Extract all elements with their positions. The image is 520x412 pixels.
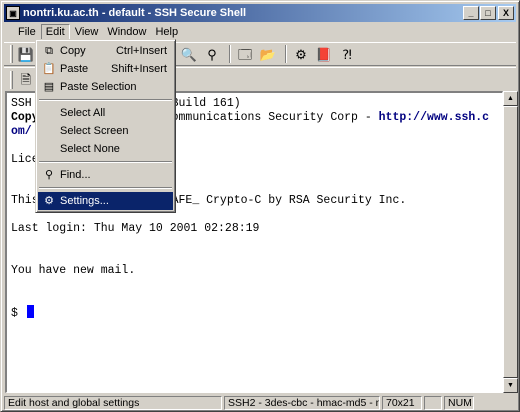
menu-select-screen[interactable]: Select Screen [38, 122, 173, 140]
ssh-website-link[interactable]: http://www.ssh.c [379, 111, 489, 124]
title-bar[interactable]: ▣ nontri.ku.ac.th - default - SSH Secure… [4, 4, 516, 22]
status-bar: Edit host and global settings SSH2 - 3de… [4, 395, 516, 410]
menu-copy[interactable]: ⧉ Copy Ctrl+Insert [38, 42, 173, 60]
profile-icon[interactable]: 🗎 [16, 70, 36, 90]
ssh-app-icon[interactable]: ▣ [6, 6, 20, 20]
paste-selection-icon: ▤ [43, 81, 55, 93]
terminal-line: om/ [11, 125, 32, 139]
scroll-up-arrow-icon[interactable]: ▲ [503, 91, 518, 106]
status-empty-panel [424, 395, 442, 410]
context-help-icon[interactable]: ⁈ [337, 44, 357, 64]
last-login-line: Last login: Thu May 10 2001 02:28:19 [11, 222, 260, 235]
menu-select-all[interactable]: Select All [38, 104, 173, 122]
maximize-button[interactable]: □ [480, 6, 496, 20]
settings-icon[interactable]: ⚙ [291, 44, 311, 64]
paste-icon: 📋 [42, 63, 56, 75]
window-title: nontri.ku.ac.th - default - SSH Secure S… [23, 7, 247, 19]
file-transfer-icon[interactable]: 📂 [258, 44, 278, 64]
toolbar-separator [285, 45, 287, 63]
menu-separator [39, 187, 172, 189]
new-terminal-icon[interactable]: 🗔 [235, 44, 255, 64]
minimize-button[interactable]: _ [463, 6, 479, 20]
menu-file[interactable]: File [14, 25, 40, 39]
menu-separator [39, 99, 172, 101]
menu-paste[interactable]: 📋 Paste Shift+Insert [38, 60, 173, 78]
binoculars-icon[interactable]: ⚲ [202, 44, 222, 64]
menu-view[interactable]: View [71, 25, 103, 39]
scroll-thumb[interactable] [503, 106, 518, 378]
find-icon[interactable]: 🔍 [179, 44, 199, 64]
new-mail-line: You have new mail. [11, 264, 136, 277]
status-message: Edit host and global settings [4, 395, 222, 410]
menu-select-none[interactable]: Select None [38, 140, 173, 158]
close-button[interactable]: X [498, 6, 514, 20]
numlock-indicator: NUM [444, 395, 474, 410]
menu-paste-selection[interactable]: ▤ Paste Selection [38, 78, 173, 96]
edit-menu-dropdown: ⧉ Copy Ctrl+Insert 📋 Paste Shift+Insert … [35, 39, 176, 213]
save-icon[interactable]: 💾 [16, 44, 36, 64]
toolbar-separator [229, 45, 231, 63]
menu-separator [39, 161, 172, 163]
toolbar-grip[interactable] [10, 45, 13, 63]
scroll-down-arrow-icon[interactable]: ▼ [503, 378, 518, 393]
menu-window[interactable]: Window [103, 25, 150, 39]
terminal-size: 70x21 [382, 395, 422, 410]
toolbar-grip[interactable] [10, 70, 13, 89]
binoculars-icon: ⚲ [44, 169, 54, 181]
connection-info: SSH2 - 3des-cbc - hmac-md5 - none [224, 395, 380, 410]
menu-help[interactable]: Help [151, 25, 182, 39]
ssh-client-window: ▣ nontri.ku.ac.th - default - SSH Secure… [0, 0, 520, 412]
menu-edit[interactable]: Edit [40, 24, 70, 40]
ssh-website-link-continued[interactable]: om/ [11, 125, 32, 138]
menu-find[interactable]: ⚲ Find... [38, 166, 173, 184]
help-book-icon[interactable]: 📕 [314, 44, 334, 64]
vertical-scrollbar[interactable]: ▲ ▼ [503, 91, 518, 393]
settings-icon: ⚙ [44, 195, 54, 207]
terminal-cursor [26, 305, 34, 318]
shell-prompt: $ [11, 305, 34, 320]
copy-icon: ⧉ [45, 45, 53, 57]
menu-settings[interactable]: ⚙ Settings... [38, 192, 173, 210]
